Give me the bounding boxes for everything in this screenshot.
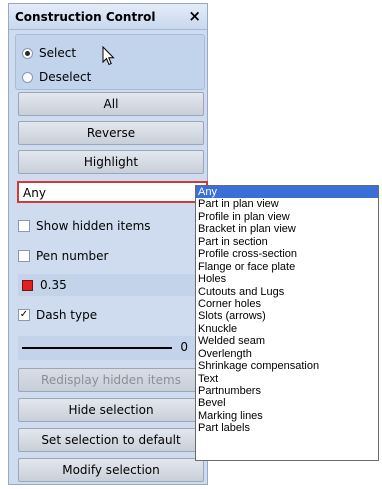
dropdown-option[interactable]: Flange or face plate [196, 261, 378, 273]
dropdown-option[interactable]: Part in section [196, 236, 378, 248]
dropdown-option[interactable]: Any [196, 186, 378, 199]
dropdown-option[interactable]: Holes [196, 273, 378, 285]
modify-selection-button[interactable]: Modify selection [18, 458, 204, 482]
dropdown-option[interactable]: Knuckle [196, 323, 378, 335]
show-hidden-items-label: Show hidden items [36, 219, 151, 233]
dropdown-option[interactable]: Part in plan view [196, 198, 378, 210]
dropdown-option[interactable]: Profile in plan view [196, 211, 378, 223]
close-icon[interactable]: × [188, 7, 201, 25]
dropdown-option[interactable]: Cutouts and Lugs [196, 286, 378, 298]
dropdown-option[interactable]: Part labels [196, 422, 378, 434]
show-hidden-items-checkbox[interactable]: Show hidden items [18, 215, 204, 237]
deselect-radio-label: Deselect [39, 70, 92, 84]
dropdown-option[interactable]: Bracket in plan view [196, 223, 378, 235]
redisplay-hidden-items-button[interactable]: Redisplay hidden items [18, 368, 204, 392]
dropdown-option[interactable]: Partnumbers [196, 385, 378, 397]
pen-width-field[interactable]: 0.35 [18, 274, 204, 296]
select-radio[interactable]: Select [22, 44, 76, 62]
hide-selection-button[interactable]: Hide selection [18, 398, 204, 422]
filter-combobox[interactable]: Any [17, 181, 208, 203]
dash-line-preview: 0 [22, 339, 188, 357]
pen-color-swatch[interactable] [22, 279, 33, 291]
dash-type-label: Dash type [36, 308, 98, 322]
checkbox-unchecked-icon [18, 250, 30, 262]
reverse-button[interactable]: Reverse [18, 121, 204, 145]
dropdown-option[interactable]: Text [196, 373, 378, 385]
dash-type-checkbox[interactable]: ✓ Dash type [18, 304, 204, 326]
pen-number-checkbox[interactable]: Pen number [18, 245, 204, 267]
radio-unselected-icon [22, 71, 33, 83]
deselect-radio[interactable]: Deselect [22, 68, 91, 86]
filter-combobox-value: Any [23, 186, 46, 200]
dash-type-value: 0 [180, 340, 188, 354]
dropdown-option[interactable]: Profile cross-section [196, 248, 378, 260]
dropdown-option[interactable]: Corner holes [196, 298, 378, 310]
panel-title: Construction Control [15, 10, 156, 24]
dropdown-option[interactable]: Welded seam [196, 335, 378, 347]
dropdown-option[interactable]: Slots (arrows) [196, 310, 378, 322]
checkbox-unchecked-icon [18, 220, 30, 232]
checkbox-checked-icon: ✓ [18, 309, 30, 321]
title-bar: Construction Control × [9, 4, 207, 30]
select-radio-label: Select [39, 46, 77, 60]
solid-line-sample [22, 347, 172, 349]
highlight-button[interactable]: Highlight [18, 150, 204, 174]
pen-width-value: 0.35 [40, 278, 67, 292]
dropdown-option[interactable]: Bevel [196, 397, 378, 409]
filter-dropdown-list: Any Part in plan view Profile in plan view… [195, 185, 379, 461]
all-button[interactable]: All [18, 92, 204, 116]
pen-number-label: Pen number [36, 249, 109, 263]
radio-selected-icon [22, 47, 33, 59]
mouse-pointer-icon [102, 46, 115, 66]
set-selection-default-button[interactable]: Set selection to default [18, 428, 204, 452]
dropdown-option[interactable]: Overlength [196, 348, 378, 360]
dropdown-option[interactable]: Shrinkage compensation [196, 360, 378, 372]
dropdown-option[interactable]: Marking lines [196, 410, 378, 422]
